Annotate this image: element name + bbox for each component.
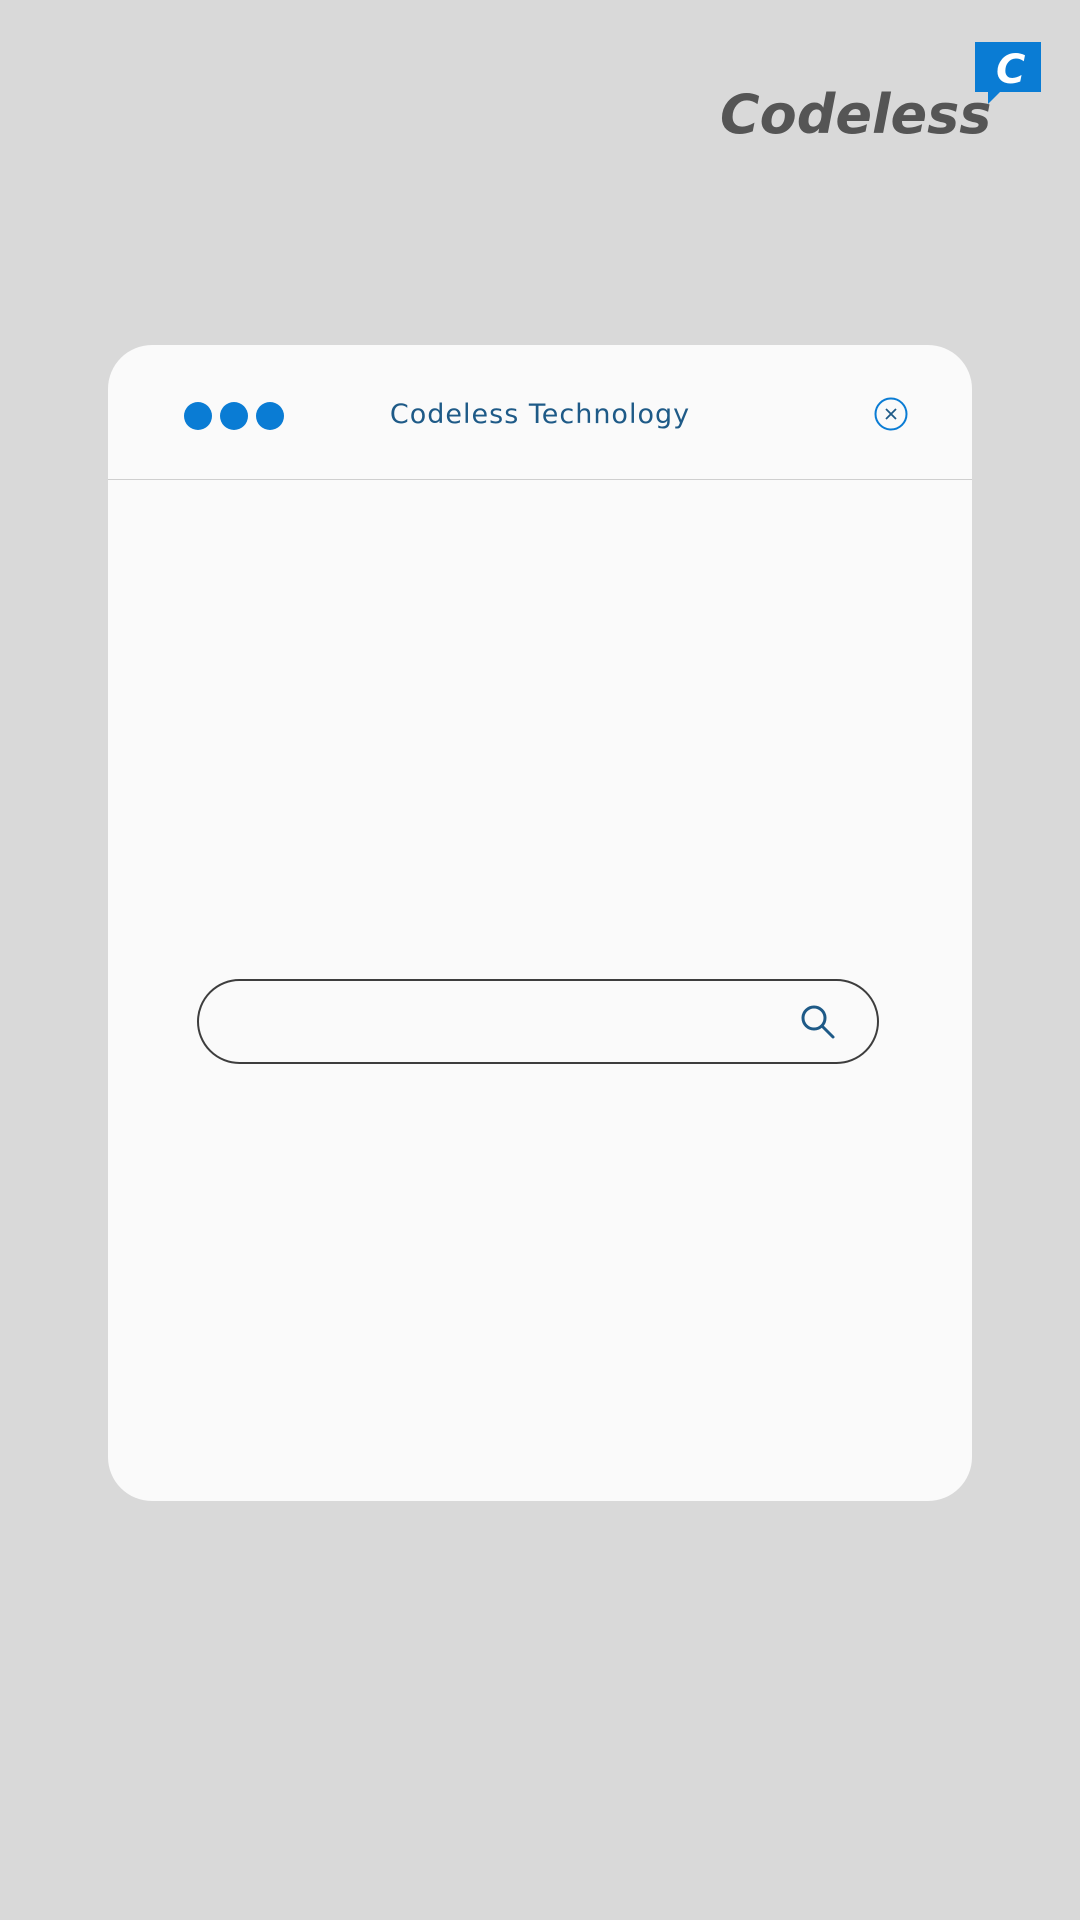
svg-text:C: C <box>996 47 1025 93</box>
search-bar[interactable] <box>197 979 879 1064</box>
close-button[interactable] <box>874 397 908 431</box>
search-input[interactable] <box>233 981 773 1062</box>
close-circle-icon <box>874 397 908 431</box>
search-button[interactable] <box>799 1003 837 1041</box>
logo-wordmark: Codeless <box>720 83 991 140</box>
app-window: Codeless Technology <box>108 345 972 1501</box>
window-titlebar: Codeless Technology <box>108 345 972 480</box>
codeless-logo: Codeless C <box>720 40 1045 140</box>
window-title: Codeless Technology <box>389 399 691 430</box>
search-icon <box>799 1003 837 1041</box>
